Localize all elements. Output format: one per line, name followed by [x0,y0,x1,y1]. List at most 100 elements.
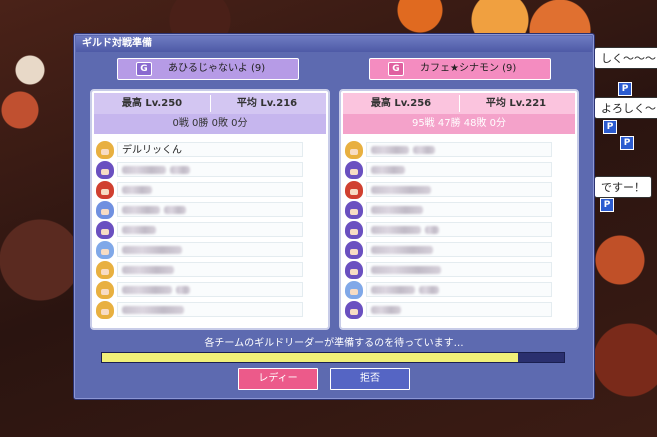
member-list: デルリッくん [92,134,328,320]
member-name [117,282,303,297]
member-row[interactable] [96,220,328,240]
party-badge-icon: P [618,82,632,96]
redacted-name [371,206,423,214]
redacted-name [122,226,156,234]
member-row[interactable] [345,180,577,200]
member-name: デルリッくん [117,142,303,157]
redacted-name [371,186,431,194]
member-row[interactable] [96,200,328,220]
party-badge-icon: P [600,198,614,212]
battle-record: 0戦 0勝 0敗 0分 [94,114,326,134]
character-avatar-icon [345,141,363,159]
member-row[interactable]: デルリッくん [96,140,328,160]
member-name [366,282,552,297]
redacted-name [170,166,190,174]
team-level-stats: 最高 Lv.256 平均 Lv.221 [343,93,575,114]
member-name [366,202,552,217]
redacted-name [371,306,401,314]
member-row[interactable] [96,280,328,300]
member-name [366,242,552,257]
redacted-name [425,226,439,234]
redacted-name [371,146,409,154]
team-panel-left: 最高 Lv.250 平均 Lv.216 0戦 0勝 0敗 0分 デルリッくん [90,89,330,330]
guild-battle-prep-window[interactable]: ギルド対戦準備 G あひるじゃないよ (9) G カフェ★シナモン (9) 最高… [73,33,595,400]
character-avatar-icon [96,201,114,219]
redacted-name [164,206,186,214]
member-name [366,162,552,177]
character-avatar-icon [96,281,114,299]
member-name [366,302,552,317]
member-row[interactable] [96,160,328,180]
character-avatar-icon [96,301,114,319]
redacted-name [122,246,182,254]
character-avatar-icon [345,221,363,239]
team-level-stats: 最高 Lv.250 平均 Lv.216 [94,93,326,114]
member-row[interactable] [345,220,577,240]
redacted-name [419,286,439,294]
character-avatar-icon [96,181,114,199]
member-row[interactable] [345,260,577,280]
character-avatar-icon [345,181,363,199]
redacted-name [371,166,405,174]
member-name [366,222,552,237]
progress-fill [102,353,518,362]
guild-icon: G [136,62,152,76]
redacted-name [122,166,166,174]
decline-button[interactable]: 拒否 [330,368,410,390]
member-name [366,182,552,197]
member-row[interactable] [96,180,328,200]
member-row[interactable] [96,240,328,260]
team-name-tag-right: G カフェ★シナモン (9) [369,58,551,80]
character-avatar-icon [96,161,114,179]
redacted-name [122,306,184,314]
member-row[interactable] [96,300,328,320]
member-name [117,242,303,257]
member-name [117,162,303,177]
character-avatar-icon [96,221,114,239]
member-list [341,134,577,320]
character-avatar-icon [345,261,363,279]
member-name [117,202,303,217]
redacted-name [413,146,435,154]
redacted-name [122,286,172,294]
ready-progress-bar [101,352,565,363]
redacted-name [371,266,441,274]
max-level: 最高 Lv.250 [121,98,183,109]
member-row[interactable] [96,260,328,280]
character-avatar-icon [345,281,363,299]
max-level: 最高 Lv.256 [370,98,432,109]
redacted-name [371,286,415,294]
member-row[interactable] [345,200,577,220]
member-name [117,262,303,277]
chat-bubble: しく〜〜〜 [594,47,657,69]
chat-bubble: よろしく〜 [594,97,657,119]
team-name: あひるじゃないよ (9) [168,63,266,74]
average-level: 平均 Lv.221 [485,98,547,109]
ready-button[interactable]: レディー [238,368,318,390]
party-badge-icon: P [620,136,634,150]
redacted-name [122,266,174,274]
character-avatar-icon [96,241,114,259]
window-title[interactable]: ギルド対戦準備 [76,36,592,52]
character-avatar-icon [96,261,114,279]
member-row[interactable] [345,140,577,160]
character-avatar-icon [96,141,114,159]
redacted-name [122,206,160,214]
character-avatar-icon [345,201,363,219]
member-row[interactable] [345,160,577,180]
member-name [117,302,303,317]
redacted-name [371,246,433,254]
redacted-name [176,286,190,294]
team-name: カフェ★シナモン (9) [420,63,517,74]
battle-record: 95戦 47勝 48敗 0分 [343,114,575,134]
member-name [366,262,552,277]
redacted-name [371,226,421,234]
team-panel-right: 最高 Lv.256 平均 Lv.221 95戦 47勝 48敗 0分 [339,89,579,330]
member-row[interactable] [345,240,577,260]
team-name-tag-left: G あひるじゃないよ (9) [117,58,299,80]
average-level: 平均 Lv.216 [236,98,298,109]
member-row[interactable] [345,300,577,320]
chat-bubble: ですー！ [594,176,652,198]
member-name [117,222,303,237]
member-row[interactable] [345,280,577,300]
